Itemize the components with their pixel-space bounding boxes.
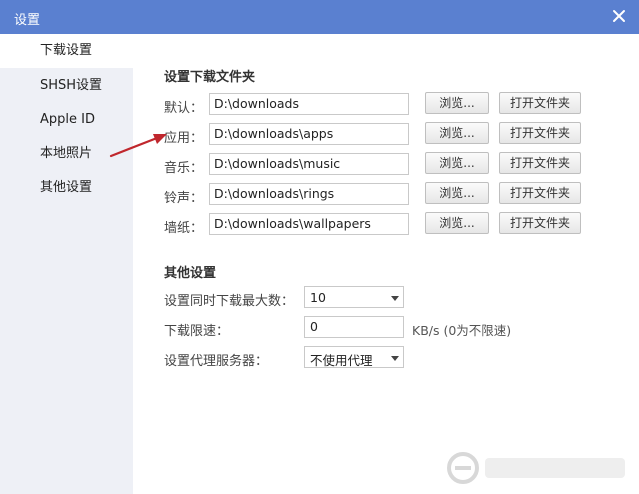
sidebar: 下载设置 SHSH设置 Apple ID 本地照片 其他设置 (0, 34, 133, 494)
default-open-folder-button[interactable]: 打开文件夹 (499, 92, 581, 114)
wallpapers-open-folder-button[interactable]: 打开文件夹 (499, 212, 581, 234)
proxy-label: 设置代理服务器： (164, 354, 269, 369)
sidebar-item-shsh[interactable]: SHSH设置 (0, 69, 133, 103)
apps-path-field[interactable]: D:\downloads\apps (209, 123, 409, 145)
row-label-wallpapers: 墙纸： (164, 221, 204, 236)
default-path-field[interactable]: D:\downloads (209, 93, 409, 115)
max-downloads-value: 10 (310, 290, 326, 305)
settings-panel: 设置下载文件夹 默认： D:\downloads 浏览... 打开文件夹 应用：… (133, 34, 639, 494)
title-bar: 设置 (0, 0, 639, 34)
music-browse-button[interactable]: 浏览... (425, 152, 489, 174)
download-section-title: 设置下载文件夹 (164, 70, 256, 85)
rings-path-field[interactable]: D:\downloads\rings (209, 183, 409, 205)
sidebar-item-other[interactable]: 其他设置 (0, 171, 133, 205)
proxy-select[interactable]: 不使用代理 (304, 346, 404, 368)
sidebar-item-download[interactable]: 下载设置 (0, 34, 133, 68)
rings-browse-button[interactable]: 浏览... (425, 182, 489, 204)
max-downloads-select[interactable]: 10 (304, 286, 404, 308)
speed-limit-label: 下载限速： (164, 324, 230, 339)
logo-icon (447, 452, 625, 484)
proxy-value: 不使用代理 (310, 353, 373, 368)
apps-browse-button[interactable]: 浏览... (425, 122, 489, 144)
chevron-down-icon (391, 356, 399, 361)
wallpapers-path-field[interactable]: D:\downloads\wallpapers (209, 213, 409, 235)
apps-open-folder-button[interactable]: 打开文件夹 (499, 122, 581, 144)
chevron-down-icon (391, 296, 399, 301)
close-icon[interactable] (609, 6, 629, 26)
other-section-title: 其他设置 (164, 266, 217, 281)
window-title: 设置 (14, 13, 41, 28)
rings-open-folder-button[interactable]: 打开文件夹 (499, 182, 581, 204)
music-path-field[interactable]: D:\downloads\music (209, 153, 409, 175)
music-open-folder-button[interactable]: 打开文件夹 (499, 152, 581, 174)
speed-limit-unit: KB/s (0为不限速) (412, 323, 512, 338)
max-downloads-label: 设置同时下载最大数： (164, 294, 295, 309)
row-label-default: 默认： (164, 101, 204, 116)
speed-limit-input[interactable]: 0 (304, 316, 404, 338)
wallpapers-browse-button[interactable]: 浏览... (425, 212, 489, 234)
row-label-rings: 铃声： (164, 191, 204, 206)
arrow-icon (109, 134, 167, 158)
default-browse-button[interactable]: 浏览... (425, 92, 489, 114)
